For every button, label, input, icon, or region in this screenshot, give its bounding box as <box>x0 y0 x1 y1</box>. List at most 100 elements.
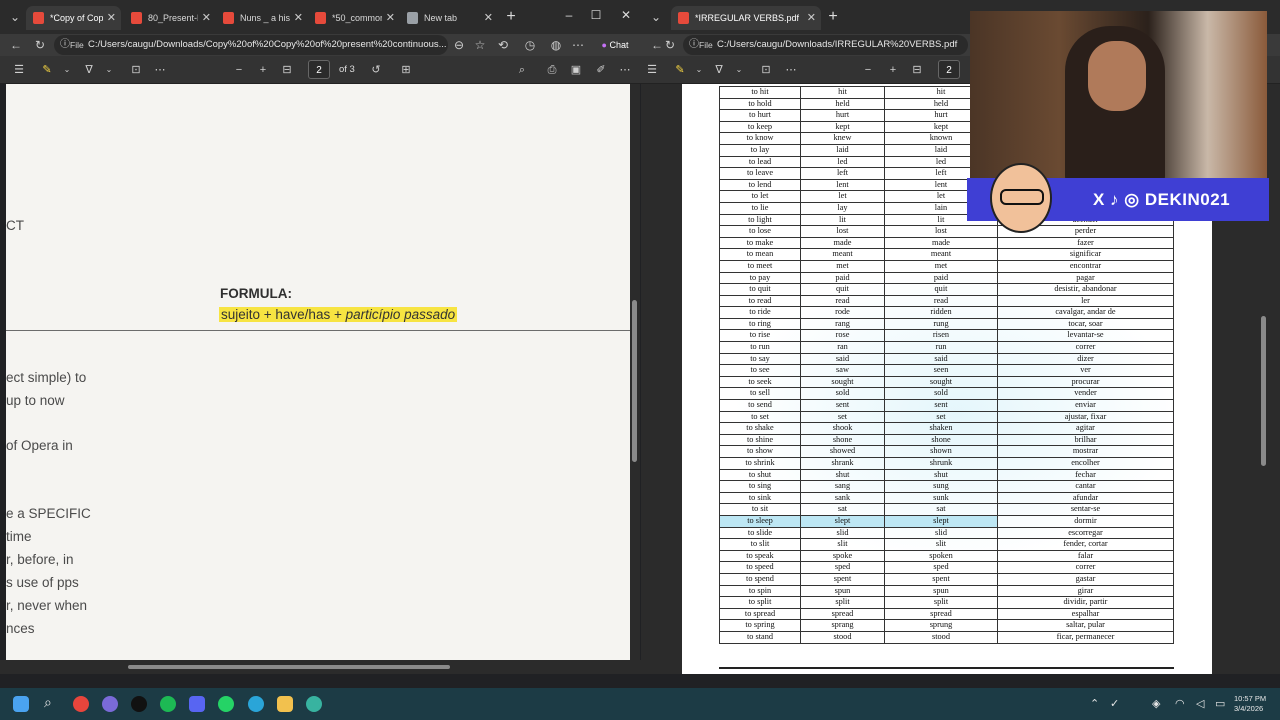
contents-icon[interactable]: ☰ <box>645 61 659 79</box>
translation-cell: mostrar <box>997 445 1174 458</box>
close-tab-icon[interactable]: ✕ <box>484 6 493 30</box>
tab-search-chevron-icon[interactable]: ⌄ <box>6 8 24 26</box>
discord-icon[interactable] <box>189 696 205 712</box>
scroll-thumb[interactable] <box>1261 316 1266 466</box>
history-icon[interactable]: ◷ <box>521 36 539 54</box>
tab-irregular-verbs[interactable]: *IRREGULAR VERBS.pdf ✕ <box>671 6 821 30</box>
copilot-chat-button[interactable]: ● Chat <box>595 36 635 54</box>
clock-time[interactable]: 10:57 PM <box>1234 694 1266 703</box>
app-icon[interactable] <box>102 696 118 712</box>
maximize-button[interactable]: ☐ <box>587 8 605 22</box>
contents-icon[interactable]: ☰ <box>12 61 26 79</box>
rotate-icon[interactable]: ↺ <box>369 61 383 79</box>
scroll-thumb[interactable] <box>632 300 637 462</box>
highlight-dropdown-icon[interactable]: ⌄ <box>60 61 74 79</box>
zoom-out-button[interactable]: − <box>861 61 875 79</box>
whatsapp-icon[interactable] <box>218 696 234 712</box>
verb-row: to shake shook shaken agitar <box>719 422 1174 435</box>
past-cell: shut <box>800 468 885 482</box>
horizontal-scrollbar[interactable] <box>0 660 641 674</box>
highlight-icon[interactable]: ✎ <box>673 61 687 79</box>
spotify-icon[interactable] <box>160 696 176 712</box>
fit-page-icon[interactable]: ⊟ <box>910 61 924 79</box>
clock-date[interactable]: 3/4/2026 <box>1234 704 1263 713</box>
close-tab-icon[interactable]: ✕ <box>294 6 303 30</box>
browser-tab[interactable]: *50_common_ ✕ <box>308 6 400 30</box>
close-tab-icon[interactable]: ✕ <box>807 6 816 30</box>
search-icon[interactable]: ⌕ <box>44 694 52 711</box>
highlight-dropdown-icon[interactable]: ⌄ <box>692 61 706 79</box>
close-tab-icon[interactable]: ✕ <box>202 6 211 30</box>
network-icon[interactable]: ◈ <box>1152 697 1160 710</box>
draw-icon[interactable]: ∇ <box>82 61 96 79</box>
close-tab-icon[interactable]: ✕ <box>107 6 116 30</box>
browser-tab[interactable]: Nuns _ a histor ✕ <box>216 6 308 30</box>
page-number-input[interactable]: 2 <box>308 60 330 79</box>
wifi-icon[interactable]: ◠ <box>1175 697 1185 710</box>
close-window-button[interactable]: ✕ <box>617 8 635 22</box>
profile-icon[interactable]: ◍ <box>547 36 565 54</box>
reload-button[interactable]: ↻ <box>31 36 49 54</box>
reload-button[interactable]: ↻ <box>661 36 679 54</box>
taskbar: ⌕ ⌃ ✓ ◈ ◠ ◁ ▭ 10:57 PM 3/4/2026 <box>0 688 1280 720</box>
infinitive-cell: to sit <box>719 503 801 516</box>
windows-start-icon[interactable] <box>13 696 29 712</box>
translation-cell: correr <box>997 561 1174 574</box>
more-tools-icon[interactable]: ⋯ <box>153 61 167 79</box>
draw-dropdown-icon[interactable]: ⌄ <box>732 61 746 79</box>
tray-app-icon[interactable]: ✓ <box>1110 697 1119 710</box>
search-icon[interactable]: ⌕ <box>515 61 529 79</box>
formula-plain: sujeito + have/has + <box>221 307 346 322</box>
browser-tab[interactable]: *Copy of Copy ✕ <box>26 6 121 30</box>
past-cell: hit <box>800 86 885 99</box>
zoom-out-button[interactable]: − <box>232 61 246 79</box>
translation-cell: vender <box>997 387 1174 401</box>
zoom-in-button[interactable]: + <box>256 61 270 79</box>
fit-page-icon[interactable]: ⊟ <box>280 61 294 79</box>
print-icon[interactable]: ⎙ <box>545 61 559 79</box>
back-button[interactable]: ← <box>7 36 25 54</box>
battery-icon[interactable]: ▭ <box>1215 697 1225 710</box>
more-tools-icon[interactable]: ⋯ <box>784 61 798 79</box>
zoom-in-button[interactable]: + <box>886 61 900 79</box>
highlight-icon[interactable]: ✎ <box>40 61 54 79</box>
draw-dropdown-icon[interactable]: ⌄ <box>102 61 116 79</box>
save-as-icon[interactable]: ✐ <box>594 61 608 79</box>
zoom-icon[interactable]: ⊖ <box>450 36 468 54</box>
address-bar[interactable]: ⓘ File C:/Users/caugu/Downloads/Copy%20o… <box>54 35 448 55</box>
verb-row: to meet met met encontrar <box>719 259 1174 273</box>
tab-search-chevron-icon[interactable]: ⌄ <box>647 8 665 26</box>
participle-cell: spread <box>884 607 998 621</box>
h-scroll-thumb[interactable] <box>128 665 450 669</box>
chrome-icon[interactable] <box>73 696 89 712</box>
minimize-button[interactable]: – <box>560 8 578 22</box>
edge-icon[interactable] <box>248 696 264 712</box>
past-cell: let <box>800 190 885 203</box>
new-tab-button[interactable]: + <box>502 7 520 27</box>
extensions-icon[interactable]: ⟲ <box>494 36 512 54</box>
text-icon[interactable]: ⊡ <box>759 61 773 79</box>
new-tab-button[interactable]: + <box>824 7 842 27</box>
save-icon[interactable]: ▣ <box>569 61 583 79</box>
page-view-icon[interactable]: ⊞ <box>399 61 413 79</box>
vertical-scrollbar[interactable] <box>630 84 640 660</box>
pdf-more-icon[interactable]: ⋯ <box>618 61 632 79</box>
participle-cell: seen <box>884 364 998 377</box>
browser-icon[interactable] <box>306 696 322 712</box>
more-menu-icon[interactable]: ⋯ <box>569 36 587 54</box>
browser-tab[interactable]: 80_Present-Per ✕ <box>124 6 216 30</box>
file-explorer-icon[interactable] <box>277 696 293 712</box>
text-icon[interactable]: ⊡ <box>129 61 143 79</box>
page-number-input[interactable]: 2 <box>938 60 960 79</box>
address-bar[interactable]: ⓘ File C:/Users/caugu/Downloads/IRREGULA… <box>683 35 968 55</box>
infinitive-cell: to mean <box>719 248 801 261</box>
close-tab-icon[interactable]: ✕ <box>386 6 395 30</box>
participle-cell: lost <box>884 225 998 238</box>
capcut-icon[interactable] <box>131 696 147 712</box>
draw-icon[interactable]: ∇ <box>712 61 726 79</box>
infinitive-cell: to lose <box>719 225 801 238</box>
tray-chevron-icon[interactable]: ⌃ <box>1090 697 1099 710</box>
favorite-star-icon[interactable]: ☆ <box>471 36 489 54</box>
browser-tab[interactable]: New tab ✕ <box>400 6 498 30</box>
volume-icon[interactable]: ◁ <box>1196 697 1204 710</box>
